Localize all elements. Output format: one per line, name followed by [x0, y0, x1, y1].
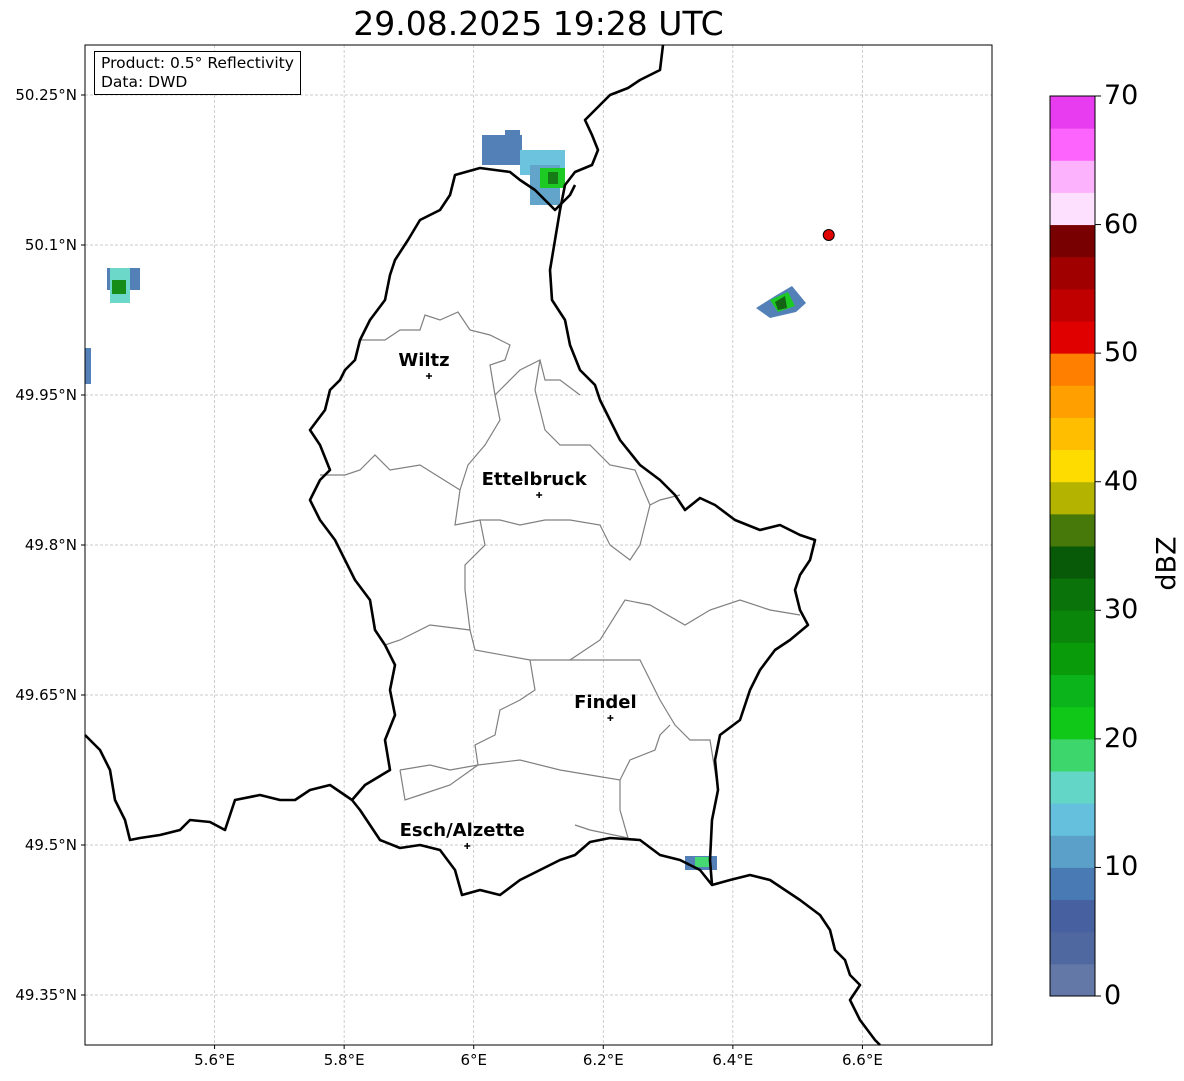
colorbar-segment [1050, 481, 1095, 515]
radar-echo [112, 280, 126, 294]
colorbar-segment [1050, 160, 1095, 193]
city-marker-icon [536, 492, 543, 498]
canton-line [320, 454, 461, 491]
canton-line [399, 659, 536, 771]
radar-echo [505, 130, 520, 142]
colorbar-segment [1050, 192, 1095, 226]
colorbar-segment [1050, 321, 1095, 354]
lon-tick-label: 5.8°E [324, 1051, 365, 1069]
radar-map-figure: 29.08.2025 19:28 UTC Wiltz Ettelbruck Fi… [0, 0, 1184, 1081]
city-marker-icon [426, 373, 433, 379]
lat-tick-label: 49.8°N [25, 536, 77, 554]
lon-tick-label: 6.4°E [712, 1051, 753, 1069]
germany-france-border [711, 873, 881, 1046]
colorbar-label: dBZ [1151, 536, 1183, 591]
city-label: Esch/Alzette [400, 820, 525, 841]
colorbar-segment [1050, 803, 1095, 836]
colorbar [1049, 95, 1101, 997]
colorbar-tick-label: 40 [1104, 465, 1139, 497]
colorbar-segment [1050, 738, 1095, 772]
lat-tick-label: 49.35°N [15, 986, 77, 1004]
colorbar-tick-label: 10 [1104, 851, 1139, 883]
colorbar-segment [1050, 449, 1095, 483]
canton-line [574, 780, 629, 839]
data-source-label: Data: DWD [101, 73, 188, 91]
product-label: Product: 0.5° Reflectivity [101, 54, 294, 72]
radar-echo [695, 857, 710, 867]
canton-line [469, 599, 801, 661]
colorbar-segment [1050, 96, 1095, 129]
colorbar-segment [1050, 931, 1095, 965]
radar-echo [85, 348, 91, 384]
colorbar-segment [1050, 642, 1095, 676]
lat-tick-label: 50.25°N [15, 86, 77, 104]
colorbar-segment [1050, 771, 1095, 804]
lat-tick-label: 49.95°N [15, 386, 77, 404]
map-canvas: WiltzEttelbruckFindelEsch/Alzette 5.6°E 5… [15, 44, 1101, 1069]
canton-line [477, 724, 671, 781]
colorbar-segment [1050, 706, 1095, 740]
city-markers: Wiltz Ettelbruck Findel Esch/Alzette [398, 350, 637, 849]
lon-tick-label: 5.6°E [194, 1051, 235, 1069]
colorbar-segment [1050, 513, 1095, 547]
city-marker-icon [464, 843, 471, 849]
lat-tick-label: 49.65°N [15, 686, 77, 704]
lon-tick-label: 6.2°E [583, 1051, 624, 1069]
colorbar-tick-label: 60 [1104, 208, 1139, 240]
colorbar-segment [1050, 674, 1095, 708]
city-marker-icon [607, 715, 614, 721]
colorbar-segment [1050, 288, 1095, 322]
colorbar-segment [1050, 256, 1095, 290]
lon-tick-label: 6°E [460, 1051, 487, 1069]
axis-ticks: 5.6°E 5.8°E 6°E 6.2°E 6.4°E 6.6°E 50.25°N 50.1°… [15, 86, 883, 1069]
colorbar-segment [1050, 417, 1095, 451]
city-label: Findel [574, 692, 637, 713]
colorbar-segment [1050, 546, 1095, 579]
colorbar-segment [1050, 867, 1095, 901]
colorbar-tick-label: 0 [1104, 980, 1122, 1011]
colorbar-segment [1050, 835, 1095, 868]
colorbar-segment [1050, 963, 1095, 997]
city-label: Ettelbruck [482, 469, 588, 490]
colorbar-segment [1050, 385, 1095, 418]
canton-boundaries [320, 311, 801, 839]
lat-tick-label: 50.1°N [25, 236, 77, 254]
colorbar-segment [1050, 224, 1095, 258]
product-info-box: Product: 0.5° Reflectivity Data: DWD [94, 51, 301, 95]
france-belgium-border [84, 734, 353, 842]
colorbar-segment [1050, 353, 1095, 386]
city-label: Wiltz [398, 350, 449, 371]
lat-tick-label: 49.5°N [25, 836, 77, 854]
lon-tick-label: 6.6°E [842, 1051, 883, 1069]
colorbar-segment [1050, 899, 1095, 933]
colorbar-tick-label: 30 [1104, 594, 1139, 626]
canton-line [570, 659, 719, 791]
colorbar-segment [1050, 610, 1095, 643]
colorbar-tick-label: 20 [1104, 722, 1139, 754]
colorbar-tick-label: 50 [1104, 337, 1139, 369]
canton-line [384, 519, 486, 646]
radar-site-marker [822, 229, 835, 241]
colorbar-segment [1050, 128, 1095, 161]
colorbar-tick-label: 70 [1104, 80, 1139, 111]
radar-echo [548, 172, 558, 184]
canton-line [399, 764, 479, 801]
colorbar-segment [1050, 578, 1095, 611]
